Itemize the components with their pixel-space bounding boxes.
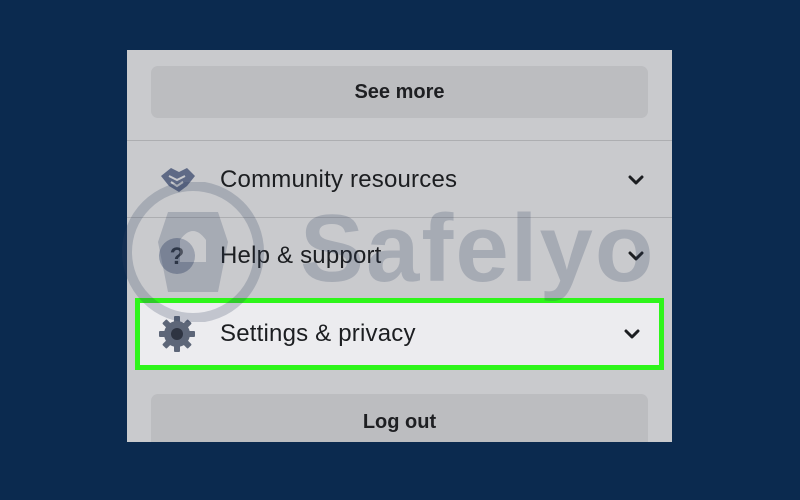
divider xyxy=(127,140,672,141)
chevron-down-icon[interactable] xyxy=(622,324,642,344)
see-more-button[interactable]: See more xyxy=(151,66,648,118)
chevron-down-icon[interactable] xyxy=(626,170,646,190)
chevron-down-icon[interactable] xyxy=(626,246,646,266)
menu-item-help-support[interactable]: ? Help & support xyxy=(127,218,672,294)
handshake-icon xyxy=(155,158,199,202)
log-out-button[interactable]: Log out xyxy=(151,394,648,442)
svg-text:?: ? xyxy=(170,243,185,270)
gear-icon xyxy=(155,312,199,356)
menu-panel: See more Community resources ? Help & su… xyxy=(127,50,672,442)
menu-item-label: Settings & privacy xyxy=(220,320,416,347)
question-icon: ? xyxy=(155,234,199,278)
menu-item-label: Help & support xyxy=(220,242,382,269)
menu-item-community-resources[interactable]: Community resources xyxy=(127,142,672,218)
menu-item-settings-privacy[interactable]: Settings & privacy xyxy=(135,298,664,370)
menu-item-label: Community resources xyxy=(220,166,458,193)
